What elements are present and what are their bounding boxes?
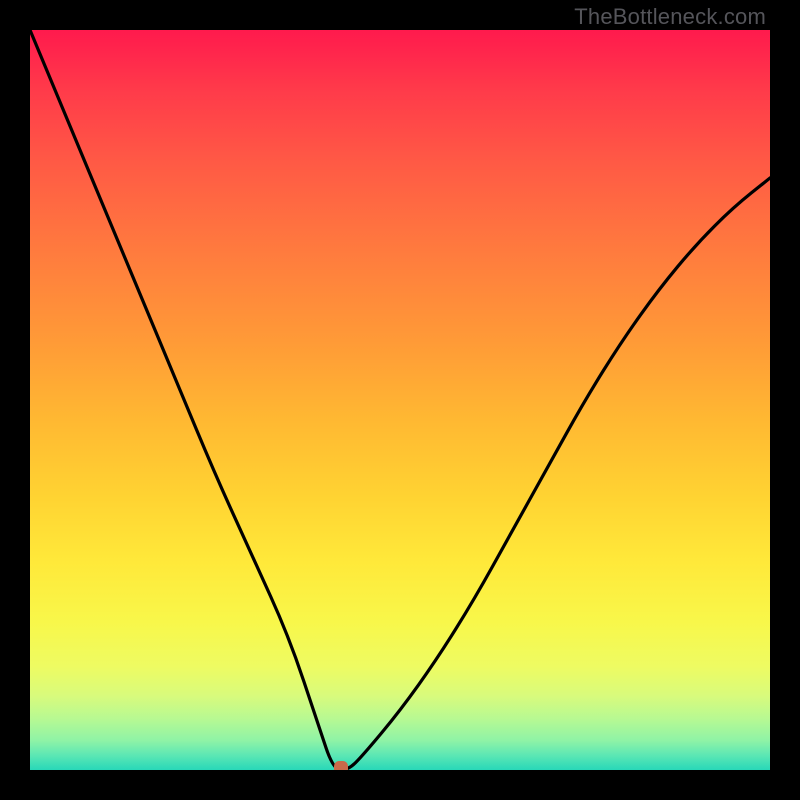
minimum-marker [334, 761, 348, 770]
plot-area [30, 30, 770, 770]
bottleneck-curve [30, 30, 770, 770]
chart-frame: TheBottleneck.com [0, 0, 800, 800]
watermark-text: TheBottleneck.com [574, 4, 766, 30]
curve-path [30, 30, 770, 770]
